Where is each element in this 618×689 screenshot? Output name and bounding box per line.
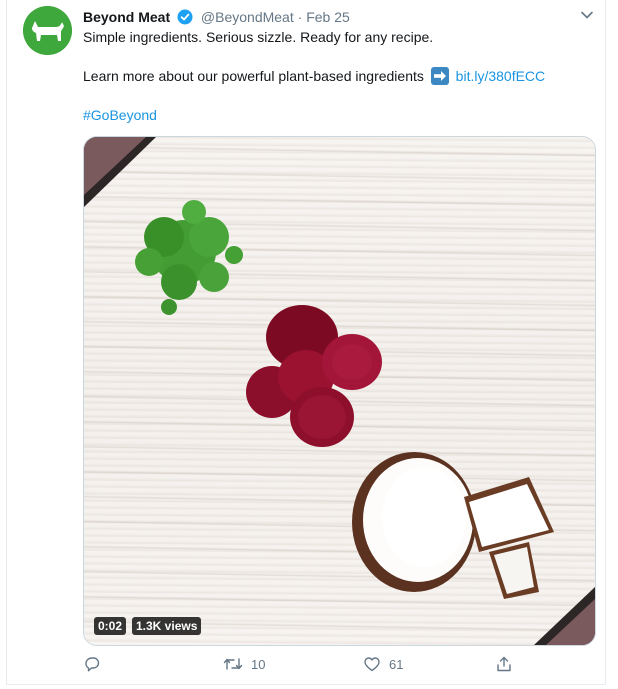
reply-icon [85,657,100,672]
like-count: 61 [389,656,404,672]
tweet-link[interactable]: bit.ly/380fECC [456,68,545,84]
video-frame [84,137,595,645]
video-player[interactable]: 0:02 1.3K views [83,136,596,646]
separator-dot: · [297,9,303,25]
tweet-text-body: Learn more about our powerful plant-base… [83,68,424,84]
peas-image [135,200,243,315]
share-button[interactable] [495,655,513,673]
tweet-text-line1: Simple ingredients. Serious sizzle. Read… [83,29,434,45]
share-icon [497,656,511,672]
tweet-actions: 10 61 [83,655,513,675]
author-name[interactable]: Beyond Meat [83,9,170,25]
hashtag-link[interactable]: #GoBeyond [83,106,157,124]
author-handle[interactable]: @BeyondMeat [201,9,294,25]
video-views: 1.3K views [132,617,202,635]
beyond-meat-logo-icon [23,6,72,55]
retweet-button[interactable]: 10 [223,655,265,673]
tweet-card[interactable]: Beyond Meat @BeyondMeat · Feb 25 Simple … [6,0,606,685]
like-button[interactable]: 61 [363,655,403,673]
tweet-text-line2: Learn more about our powerful plant-base… [83,67,545,85]
retweet-icon [223,658,243,670]
retweet-count: 10 [251,656,266,672]
arrow-right-emoji-icon [430,67,449,85]
avatar[interactable] [23,6,72,55]
reply-button[interactable] [83,655,109,673]
video-duration: 0:02 [94,617,127,635]
tweet-header: Beyond Meat @BeyondMeat · Feb 25 [83,8,350,29]
chevron-down-icon[interactable] [578,6,596,24]
coconut-image [352,452,554,599]
verified-badge-icon [177,9,193,29]
tweet-date[interactable]: Feb 25 [306,9,350,25]
like-icon [364,657,380,672]
beet-slices-image [246,305,382,447]
